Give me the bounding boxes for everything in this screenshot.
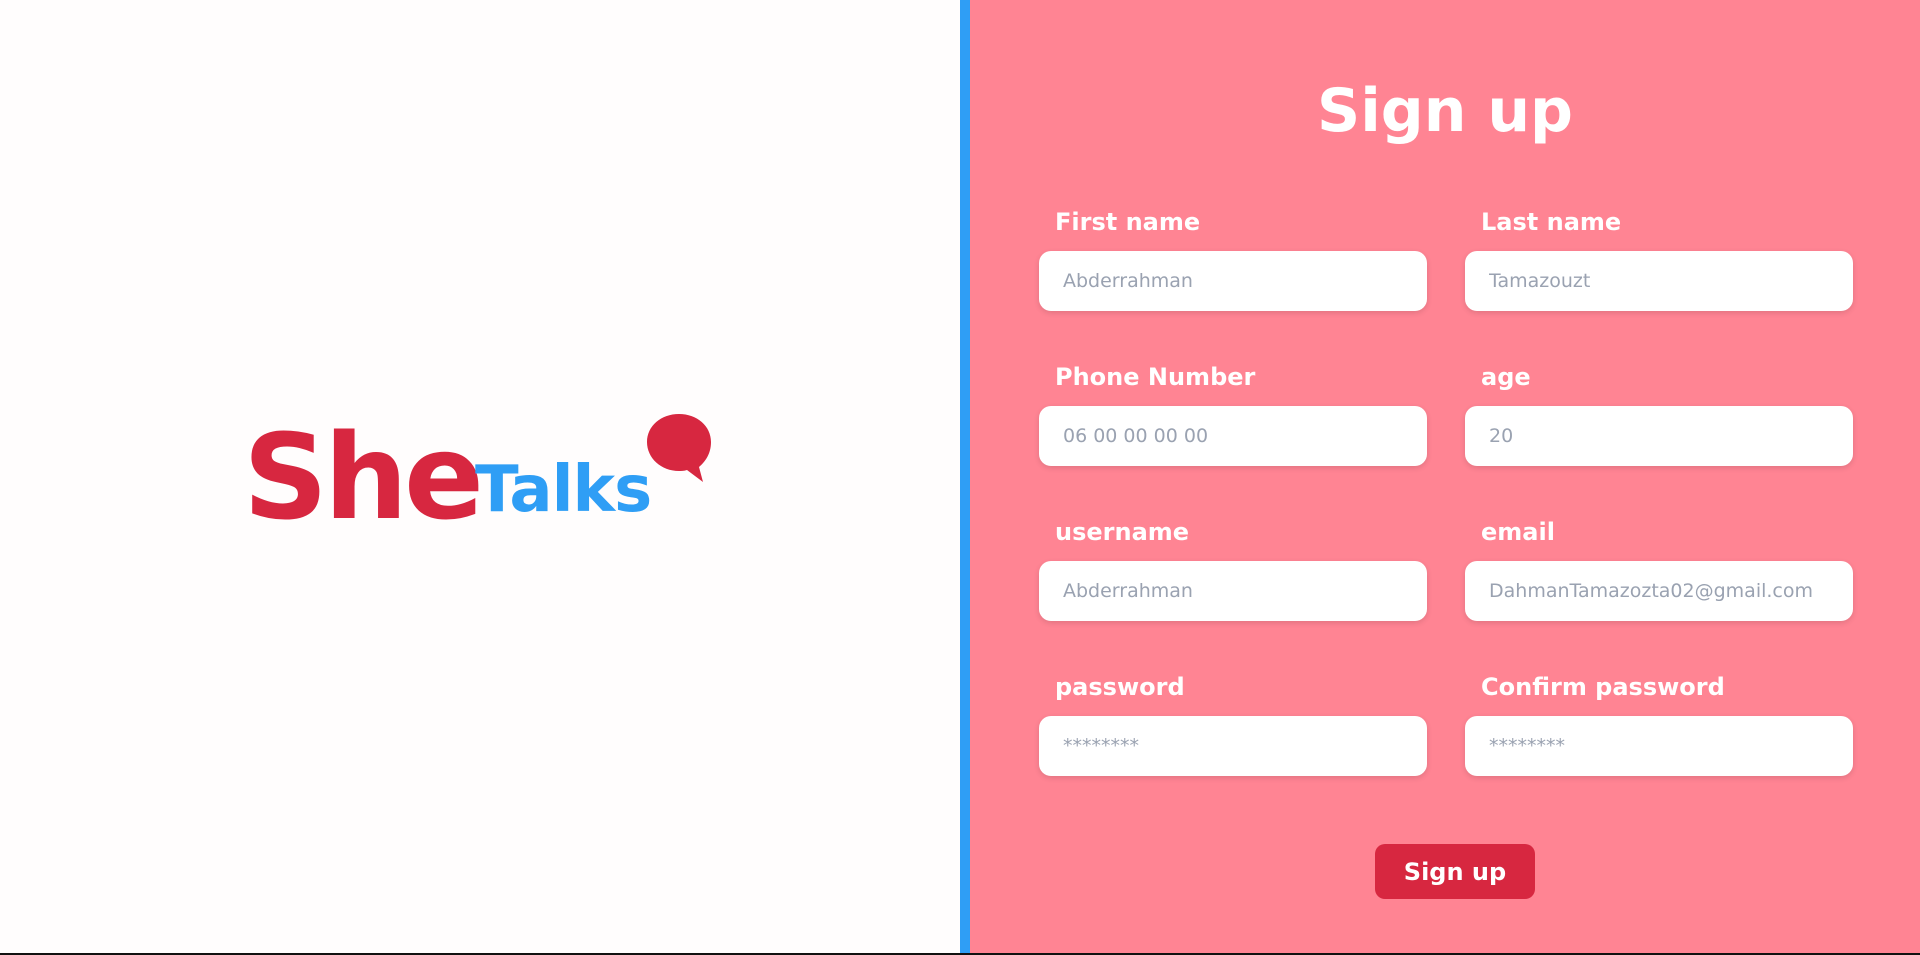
form-title: Sign up: [1317, 76, 1573, 146]
password-field: password: [1039, 670, 1427, 776]
email-label: email: [1481, 518, 1555, 546]
first-name-field: First name: [1039, 205, 1427, 311]
confirm-password-label: Confirm password: [1481, 673, 1725, 701]
confirm-password-input[interactable]: [1465, 716, 1853, 776]
last-name-label: Last name: [1481, 208, 1622, 236]
last-name-field: Last name: [1465, 205, 1853, 311]
sign-up-button[interactable]: Sign up: [1375, 844, 1535, 899]
age-field: age: [1465, 360, 1853, 466]
panel-divider: [960, 0, 970, 953]
username-label: username: [1055, 518, 1190, 546]
username-input[interactable]: [1039, 561, 1427, 621]
age-input[interactable]: [1465, 406, 1853, 466]
email-field: email: [1465, 515, 1853, 621]
shetalks-logo: She Talks: [243, 410, 723, 536]
username-field: username: [1039, 515, 1427, 621]
first-name-label: First name: [1055, 208, 1201, 236]
password-label: password: [1055, 673, 1185, 701]
signup-form-panel: Sign up First name Last name Phone Numbe…: [970, 0, 1920, 953]
first-name-input[interactable]: [1039, 251, 1427, 311]
phone-input[interactable]: [1039, 406, 1427, 466]
speech-bubble-icon: [647, 414, 711, 482]
logo-text-she: She: [243, 408, 484, 546]
logo-text-talks: Talks: [475, 453, 652, 527]
phone-label: Phone Number: [1055, 363, 1256, 391]
password-input[interactable]: [1039, 716, 1427, 776]
email-input[interactable]: [1465, 561, 1853, 621]
age-label: age: [1481, 363, 1531, 391]
phone-field: Phone Number: [1039, 360, 1427, 466]
signup-page: She Talks Sign up First name Last name P…: [0, 0, 1920, 955]
last-name-input[interactable]: [1465, 251, 1853, 311]
logo-panel: She Talks: [0, 0, 960, 953]
confirm-password-field: Confirm password: [1465, 670, 1853, 776]
